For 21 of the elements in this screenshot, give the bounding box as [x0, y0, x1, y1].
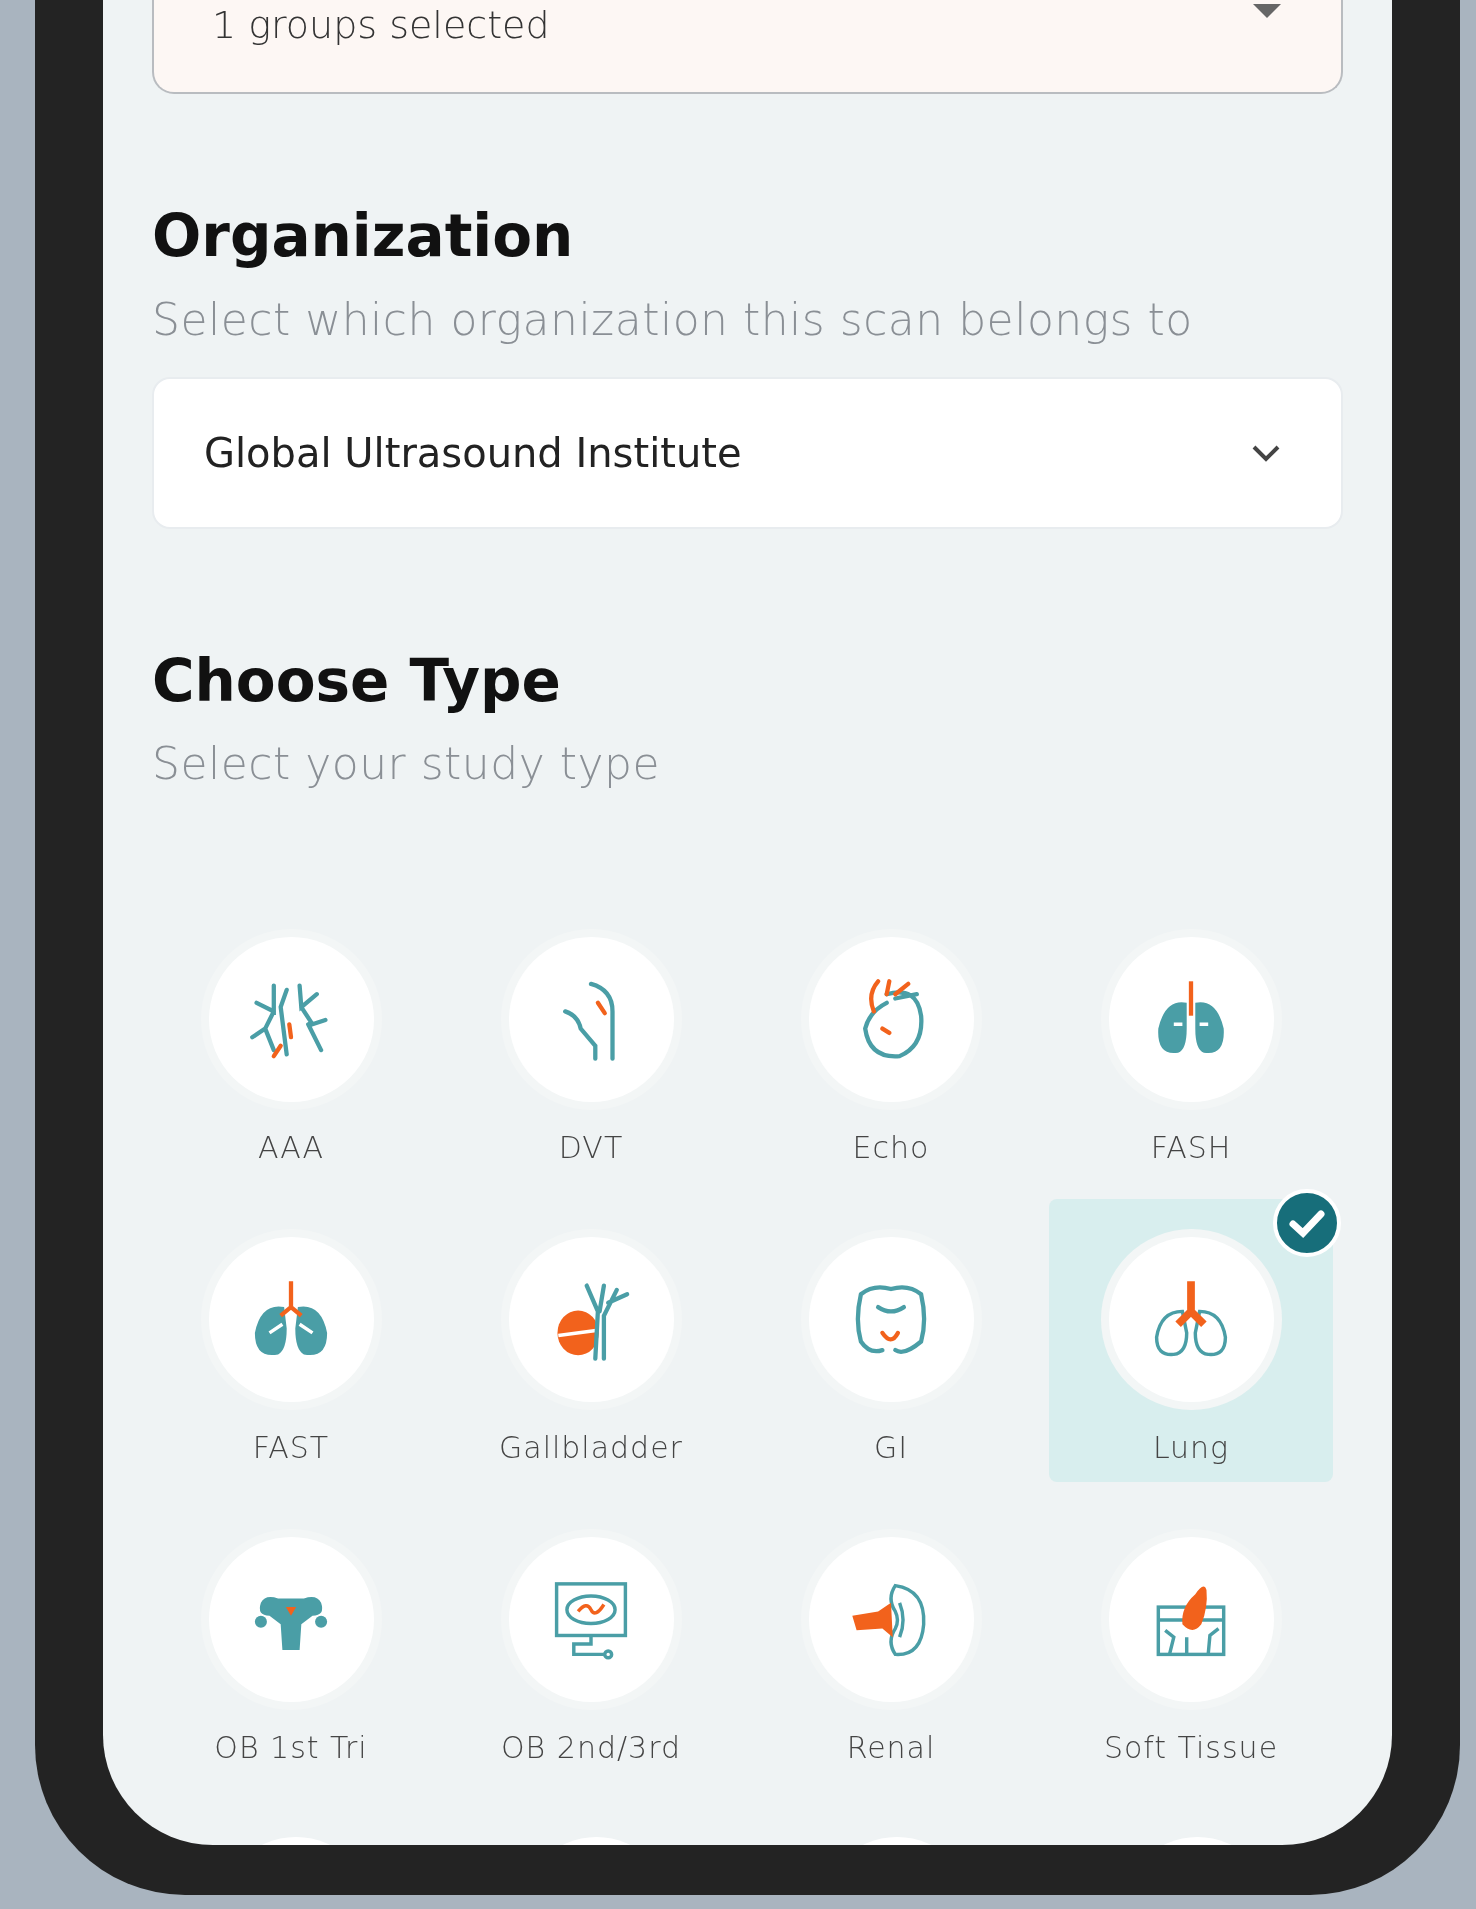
study-type-tile[interactable]: OB 1st Tri — [149, 1499, 433, 1783]
study-type-tile[interactable]: Lung — [1049, 1199, 1333, 1483]
caret-icon — [1253, 4, 1281, 18]
section-subtitle: Select your study type — [152, 738, 661, 790]
study-type-tile[interactable]: Echo — [749, 899, 1033, 1183]
section-title: Choose Type — [152, 646, 562, 717]
organization-dropdown[interactable]: Global Ultrasound Institute — [152, 376, 1343, 529]
study-type-tile[interactable]: Renal — [749, 1499, 1033, 1783]
study-type-tile[interactable]: DVT — [449, 899, 733, 1183]
study-type-tile[interactable]: FAST — [149, 1199, 433, 1483]
checkmark-icon — [1271, 1187, 1343, 1260]
study-type-tile[interactable]: Gallbladder — [449, 1199, 733, 1483]
section-subtitle: Select which organization this scan belongs to — [152, 293, 1194, 345]
chevron-down-icon — [1251, 443, 1281, 462]
study-type-tile[interactable]: OB 2nd/3rd — [449, 1499, 733, 1783]
study-type-tile[interactable]: FASH — [1049, 899, 1333, 1183]
groups-dropdown[interactable]: 1 groups selected — [152, 0, 1343, 94]
study-type-tile[interactable]: AAA — [149, 899, 433, 1183]
section-title: Organization — [152, 202, 575, 272]
study-type-tile[interactable]: GI — [749, 1199, 1033, 1483]
study-type-tile[interactable]: Soft Tissue — [1049, 1499, 1333, 1783]
